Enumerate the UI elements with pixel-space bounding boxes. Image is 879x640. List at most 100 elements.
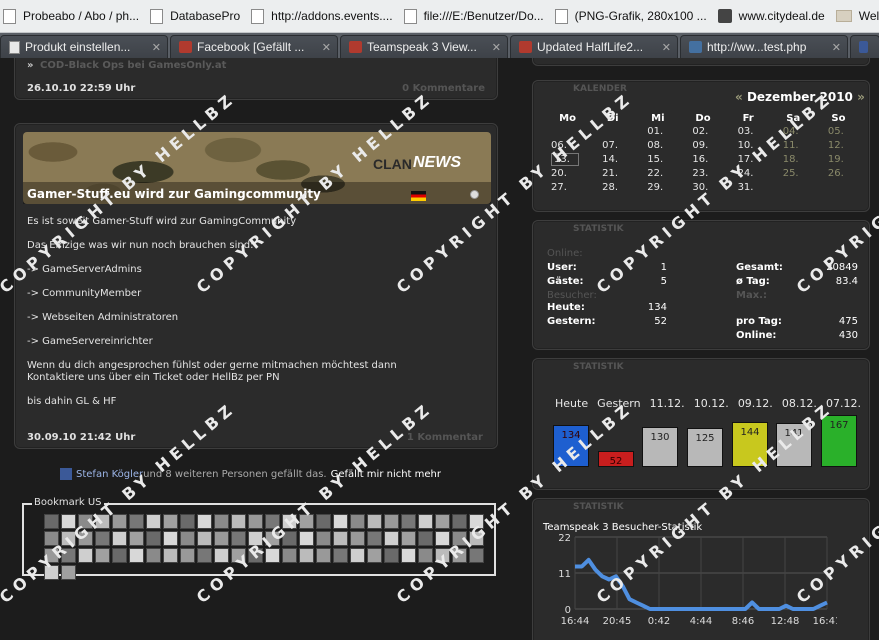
- bookmark-item[interactable]: file:///E:/Benutzer/Do...: [401, 8, 552, 24]
- bookmark-service-icon[interactable]: [78, 531, 93, 546]
- news-title[interactable]: Gamer-Stuff.eu wird zur Gamingcommunity: [27, 187, 321, 201]
- calendar-day[interactable]: 15.: [635, 154, 680, 166]
- bookmark-service-icon[interactable]: [78, 514, 93, 529]
- bookmark-service-icon[interactable]: [435, 548, 450, 563]
- bookmark-service-icon[interactable]: [163, 548, 178, 563]
- calendar-day[interactable]: 09.: [680, 140, 725, 152]
- calendar-day[interactable]: 27.: [545, 182, 590, 194]
- bookmark-service-icon[interactable]: [214, 531, 229, 546]
- bookmark-service-icon[interactable]: [44, 565, 59, 580]
- bookmark-item[interactable]: www.citydeal.de: [715, 9, 833, 23]
- bookmark-service-icon[interactable]: [452, 548, 467, 563]
- bookmark-service-icon[interactable]: [418, 514, 433, 529]
- bookmark-service-icon[interactable]: [146, 514, 161, 529]
- bookmark-service-icon[interactable]: [180, 514, 195, 529]
- bookmark-service-icon[interactable]: [44, 531, 59, 546]
- browser-tab[interactable]: [850, 35, 879, 58]
- bookmark-service-icon[interactable]: [44, 548, 59, 563]
- close-tab-icon[interactable]: ✕: [662, 41, 671, 54]
- bookmark-service-icon[interactable]: [418, 531, 433, 546]
- bookmark-service-icon[interactable]: [333, 548, 348, 563]
- close-tab-icon[interactable]: ✕: [322, 41, 331, 54]
- calendar-day[interactable]: 25.: [771, 168, 816, 180]
- browser-tab[interactable]: http://ww...test.php ✕: [680, 35, 848, 58]
- bookmark-service-icon[interactable]: [367, 531, 382, 546]
- calendar-day[interactable]: 26.: [816, 168, 861, 180]
- bookmark-service-icon[interactable]: [265, 548, 280, 563]
- calendar-day[interactable]: 24.: [726, 168, 771, 180]
- bookmark-item[interactable]: Probeabo / Abo / ph...: [0, 8, 147, 24]
- bookmark-service-icon[interactable]: [146, 548, 161, 563]
- calendar-day[interactable]: 06.: [545, 140, 590, 152]
- bookmark-service-icon[interactable]: [61, 531, 76, 546]
- calendar-day[interactable]: 03.: [726, 126, 771, 138]
- browser-tab[interactable]: Updated HalfLife2... ✕: [510, 35, 678, 58]
- bookmark-service-icon[interactable]: [401, 531, 416, 546]
- bookmark-service-icon[interactable]: [384, 531, 399, 546]
- bookmark-service-icon[interactable]: [231, 548, 246, 563]
- bookmark-service-icon[interactable]: [214, 548, 229, 563]
- bookmark-service-icon[interactable]: [299, 531, 314, 546]
- calendar-day[interactable]: 28.: [590, 182, 635, 194]
- calendar-day[interactable]: 29.: [635, 182, 680, 194]
- calendar-day[interactable]: 16.: [680, 154, 725, 166]
- bookmark-service-icon[interactable]: [350, 548, 365, 563]
- prev-post-comments[interactable]: 0 Kommentare: [402, 83, 485, 94]
- bookmark-service-icon[interactable]: [469, 548, 484, 563]
- bookmark-service-icon[interactable]: [367, 548, 382, 563]
- bookmark-service-icon[interactable]: [299, 548, 314, 563]
- bookmark-service-icon[interactable]: [316, 548, 331, 563]
- calendar-day[interactable]: 20.: [545, 168, 590, 180]
- browser-tab[interactable]: Produkt einstellen... ✕: [0, 35, 168, 58]
- close-tab-icon[interactable]: ✕: [152, 41, 161, 54]
- close-tab-icon[interactable]: ✕: [832, 41, 841, 54]
- zoom-icon[interactable]: [470, 190, 479, 199]
- calendar-day[interactable]: 05.: [816, 126, 861, 138]
- bookmark-service-icon[interactable]: [469, 531, 484, 546]
- bookmark-service-icon[interactable]: [316, 514, 331, 529]
- like-user-link[interactable]: Stefan Kögler: [76, 469, 143, 480]
- bookmark-service-icon[interactable]: [418, 548, 433, 563]
- bookmark-service-icon[interactable]: [282, 531, 297, 546]
- calendar-day[interactable]: 04.: [771, 126, 816, 138]
- bookmark-service-icon[interactable]: [316, 531, 331, 546]
- calendar-day[interactable]: 07.: [590, 140, 635, 152]
- bookmark-service-icon[interactable]: [333, 531, 348, 546]
- bookmark-service-icon[interactable]: [180, 548, 195, 563]
- bookmark-service-icon[interactable]: [112, 531, 127, 546]
- bookmark-service-icon[interactable]: [197, 531, 212, 546]
- bookmark-service-icon[interactable]: [112, 514, 127, 529]
- calendar-day[interactable]: 02.: [680, 126, 725, 138]
- bookmark-service-icon[interactable]: [367, 514, 382, 529]
- bookmark-service-icon[interactable]: [282, 548, 297, 563]
- bookmark-service-icon[interactable]: [163, 514, 178, 529]
- calendar-day[interactable]: 08.: [635, 140, 680, 152]
- bookmark-service-icon[interactable]: [452, 514, 467, 529]
- browser-tab[interactable]: Facebook [Gefällt ... ✕: [170, 35, 338, 58]
- calendar-day[interactable]: 17.: [726, 154, 771, 166]
- bookmark-service-icon[interactable]: [299, 514, 314, 529]
- calendar-day[interactable]: 13.: [545, 153, 590, 166]
- calendar-day[interactable]: 14.: [590, 154, 635, 166]
- bookmark-service-icon[interactable]: [401, 514, 416, 529]
- bookmark-item[interactable]: http://addons.events....: [248, 8, 400, 24]
- bookmark-service-icon[interactable]: [452, 531, 467, 546]
- bookmark-service-icon[interactable]: [435, 514, 450, 529]
- calendar-day[interactable]: 31.: [726, 182, 771, 194]
- bookmark-service-icon[interactable]: [384, 548, 399, 563]
- bookmark-service-icon[interactable]: [265, 514, 280, 529]
- bookmark-service-icon[interactable]: [146, 531, 161, 546]
- bookmark-service-icon[interactable]: [197, 548, 212, 563]
- calendar-day[interactable]: 23.: [680, 168, 725, 180]
- bookmark-service-icon[interactable]: [61, 548, 76, 563]
- bookmark-service-icon[interactable]: [95, 531, 110, 546]
- bookmark-service-icon[interactable]: [435, 531, 450, 546]
- calendar-day[interactable]: 22.: [635, 168, 680, 180]
- calendar-day[interactable]: 30.: [680, 182, 725, 194]
- calendar-day[interactable]: 10.: [726, 140, 771, 152]
- bookmark-service-icon[interactable]: [231, 531, 246, 546]
- bookmark-service-icon[interactable]: [197, 514, 212, 529]
- bookmark-service-icon[interactable]: [129, 548, 144, 563]
- bookmark-service-icon[interactable]: [350, 514, 365, 529]
- calendar-next-button[interactable]: »: [857, 90, 865, 104]
